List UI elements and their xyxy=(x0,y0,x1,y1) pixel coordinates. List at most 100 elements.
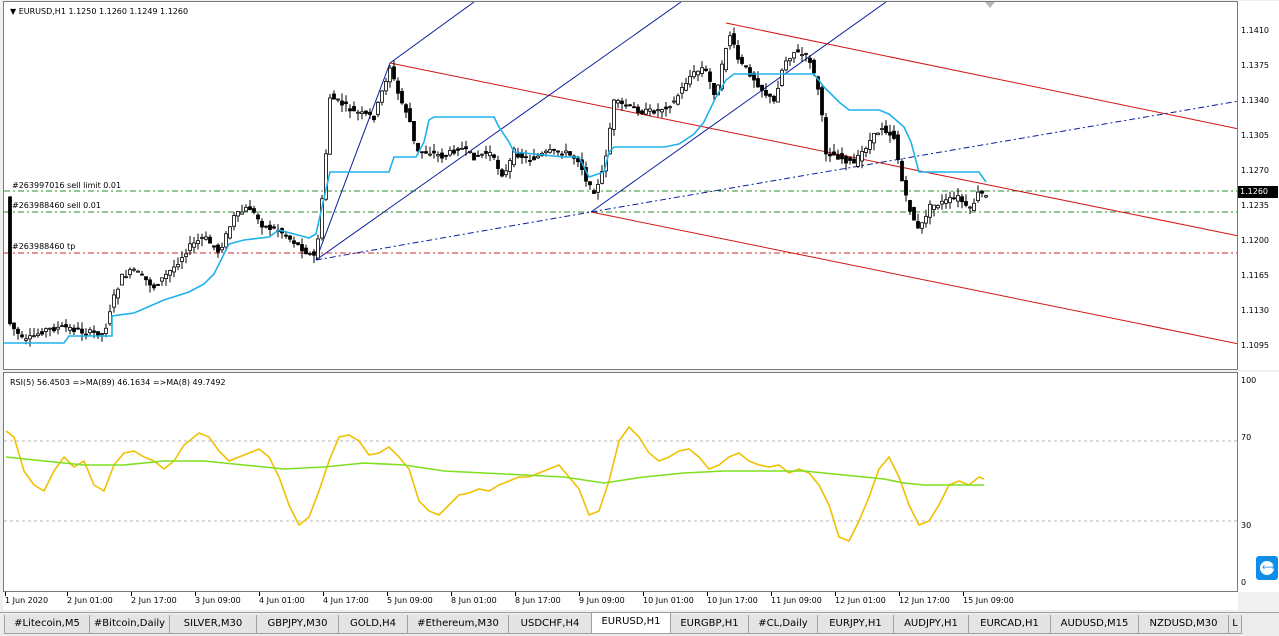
candle-body xyxy=(160,277,164,282)
candle-body xyxy=(736,45,740,60)
price-scale[interactable]: 1.1410 1.1375 1.1340 1.1305 1.1270 1.1235 1.12… xyxy=(1238,1,1279,370)
chart-tab[interactable]: #CL,Daily xyxy=(748,615,818,634)
candle-body xyxy=(840,153,844,160)
candle-body xyxy=(124,276,128,279)
candle-body xyxy=(768,93,772,97)
chart-tab[interactable]: AUDUSD,M15 xyxy=(1050,615,1139,634)
rsi-title: RSI(5) 56.4503 =>MA(89) 46.1634 =>MA(8) … xyxy=(10,378,226,387)
time-axis-label: 10 Jun 17:00 xyxy=(707,596,758,605)
candle-body xyxy=(344,101,348,105)
chart-tab[interactable]: NZDUSD,M30 xyxy=(1138,615,1229,634)
candle-body xyxy=(452,149,456,154)
chart-tab[interactable]: EURJPY,H1 xyxy=(817,615,894,634)
candle-body xyxy=(968,206,972,209)
chart-tab[interactable]: EURUSD,H1 xyxy=(591,613,671,634)
candle-body xyxy=(636,106,640,114)
candle-body xyxy=(76,327,80,330)
candle-body xyxy=(920,222,924,229)
candle-body xyxy=(940,200,944,205)
rsi-level-label: 30 xyxy=(1241,521,1252,530)
candle-body xyxy=(236,211,240,217)
candle-body xyxy=(696,70,700,76)
trailing-stop-line xyxy=(4,73,987,344)
candle-body xyxy=(128,269,132,276)
chart-tab[interactable]: #Bitcoin,Daily xyxy=(89,615,170,634)
time-axis-label: 1 Jun 2020 xyxy=(5,596,49,605)
candle-body xyxy=(352,106,356,112)
order-label-tp[interactable]: #263988460 tp xyxy=(12,242,75,251)
chart-tab[interactable]: GBPJPY,M30 xyxy=(256,615,339,634)
candle-body xyxy=(368,111,372,115)
candle-body xyxy=(484,151,488,154)
candle-body xyxy=(316,238,320,259)
candle-body xyxy=(204,236,208,240)
candle-body xyxy=(648,108,652,112)
candle-body xyxy=(88,329,92,333)
candle-body xyxy=(624,104,628,107)
chart-shift-marker[interactable] xyxy=(985,2,995,8)
candle-body xyxy=(704,68,708,71)
chart-tab[interactable]: EURCAD,H1 xyxy=(968,615,1051,634)
price-scale-label: 1.1375 xyxy=(1241,61,1269,70)
candle-body xyxy=(700,67,704,74)
candle-body xyxy=(524,156,528,159)
price-chart-canvas[interactable] xyxy=(4,2,1238,370)
rsi-indicator-pane[interactable]: RSI(5) 56.4503 =>MA(89) 46.1634 =>MA(8) … xyxy=(3,372,1238,592)
candle-body xyxy=(764,90,768,96)
candle-body xyxy=(100,333,104,335)
chart-tab[interactable]: AUDJPY,H1 xyxy=(893,615,969,634)
candle-body xyxy=(272,226,276,229)
chart-tab[interactable]: USDCHF,H4 xyxy=(508,615,592,634)
candle-body xyxy=(760,84,764,91)
candle-body xyxy=(460,147,464,150)
chart-tab[interactable]: EURGBP,H1 xyxy=(670,615,749,634)
candle-body xyxy=(808,57,812,63)
price-scale-label: 1.1095 xyxy=(1241,341,1269,350)
chart-title: ▼ EURUSD,H1 1.1250 1.1260 1.1249 1.1260 xyxy=(10,7,189,16)
candle-body xyxy=(80,328,84,334)
candle-body xyxy=(960,196,964,203)
candle-body xyxy=(216,244,220,253)
candle-body xyxy=(196,240,200,245)
candle-body xyxy=(672,100,676,103)
candle-body xyxy=(856,155,860,167)
order-label-sell-limit[interactable]: #263997016 sell limit 0.01 xyxy=(12,181,121,190)
candle-body xyxy=(240,211,244,215)
candle-body xyxy=(504,170,508,176)
chart-tab[interactable]: #Ethereum,M30 xyxy=(407,615,509,634)
chart-tab[interactable]: #Litecoin,M5 xyxy=(4,615,90,634)
candle-body xyxy=(516,153,520,158)
candle-body xyxy=(884,125,888,134)
order-label-sell[interactable]: #263988460 sell 0.01 xyxy=(12,201,101,210)
candle-body xyxy=(112,294,116,308)
chart-tab[interactable]: L xyxy=(1228,615,1242,634)
candle-body xyxy=(684,83,688,91)
candle-body xyxy=(300,244,304,252)
rsi-canvas[interactable] xyxy=(4,373,1238,592)
candle-body xyxy=(912,207,916,221)
candle-body xyxy=(408,108,412,123)
candle-body xyxy=(640,110,644,114)
candle-body xyxy=(188,243,192,252)
candle-body xyxy=(64,324,68,328)
candle-body xyxy=(36,333,40,336)
candle-body xyxy=(312,251,316,256)
candle-body xyxy=(732,33,736,45)
candle-body xyxy=(916,221,920,229)
candle-body xyxy=(796,49,800,53)
time-axis-label: 12 Jun 01:00 xyxy=(835,596,886,605)
candle-body xyxy=(852,158,856,164)
chart-tab[interactable]: SILVER,M30 xyxy=(169,615,257,634)
chart-tab[interactable]: GOLD,H4 xyxy=(338,615,408,634)
time-axis-label: 5 Jun 09:00 xyxy=(387,596,433,605)
candle-body xyxy=(360,111,364,114)
price-chart-pane[interactable]: ▼ EURUSD,H1 1.1250 1.1260 1.1249 1.1260 … xyxy=(3,1,1238,370)
candle-body xyxy=(788,58,792,62)
candlestick-series xyxy=(8,27,988,347)
candle-body xyxy=(32,335,36,338)
candle-body xyxy=(148,279,152,286)
candle-body xyxy=(220,247,224,251)
teamviewer-icon[interactable]: ⟷ xyxy=(1256,556,1278,580)
candle-body xyxy=(48,327,52,330)
current-price-label: 1.1260 xyxy=(1238,186,1278,198)
